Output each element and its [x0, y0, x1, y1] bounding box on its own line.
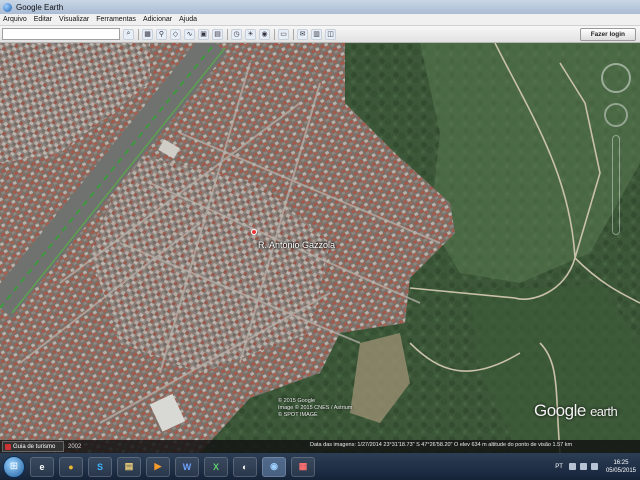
clock-date: 05/05/2015: [605, 467, 636, 474]
menu-ajuda[interactable]: Ajuda: [179, 16, 197, 23]
status-extra: 2002: [68, 443, 82, 450]
network-icon[interactable]: [579, 463, 587, 470]
taskbar-chrome-icon[interactable]: ●: [59, 456, 83, 477]
google-earth-window: Google Earth Arquivo Editar Visualizar F…: [0, 0, 640, 480]
toolbar-separator: [138, 28, 139, 40]
tour-guide-button[interactable]: Guia de turismo: [2, 441, 64, 452]
toolbar: ⌕ ▦ ⚲ ◇ ∿ ▣ ▤ ◷ ☀ ◉ ▭ ✉ ▥ ◫ Fazer login: [0, 26, 640, 43]
email-icon[interactable]: ✉: [297, 28, 308, 40]
location-pin-icon[interactable]: [251, 229, 257, 235]
planet-icon[interactable]: ◉: [259, 28, 270, 40]
record-icon[interactable]: ▤: [212, 28, 223, 40]
menu-arquivo[interactable]: Arquivo: [3, 16, 27, 23]
search-input[interactable]: [2, 28, 120, 40]
copyright-line: Image © 2015 CNES / Astrium: [278, 405, 353, 411]
sun-icon[interactable]: ☀: [245, 28, 256, 40]
taskbar-app-icon[interactable]: ▦: [291, 456, 315, 477]
menu-adicionar[interactable]: Adicionar: [143, 16, 172, 23]
ruler-icon[interactable]: ▭: [278, 28, 289, 40]
imagery-info: Data das imagens: 1/27/2014 23°31'18.73"…: [310, 442, 573, 448]
maps-icon[interactable]: ◫: [325, 28, 336, 40]
search-icon[interactable]: ⌕: [123, 28, 134, 40]
menu-bar: Arquivo Editar Visualizar Ferramentas Ad…: [0, 14, 640, 26]
copyright-line: © 2015 Google: [278, 398, 316, 404]
overlay-icon[interactable]: ▣: [198, 28, 209, 40]
clock-time: 16:25: [613, 459, 629, 466]
navigation-controls[interactable]: [600, 63, 632, 238]
title-bar: Google Earth: [0, 0, 640, 14]
print-icon[interactable]: ▥: [311, 28, 322, 40]
windows-taskbar: ⊞ e ● S ▤ ▶ W X ◐ ◉ ▦ PT 16:25 05/05/201…: [0, 453, 640, 480]
map-view[interactable]: R. Antônio Gazzola © 2015 Google Image ©…: [0, 43, 640, 453]
taskbar-google-earth-icon[interactable]: ◉: [262, 456, 286, 477]
google-earth-icon: [3, 2, 12, 12]
flag-icon[interactable]: [568, 463, 576, 470]
logo-google: Google: [534, 401, 586, 420]
volume-icon[interactable]: [590, 463, 598, 470]
logo-earth: earth: [590, 404, 618, 419]
taskbar-explorer-icon[interactable]: ▤: [117, 456, 141, 477]
language-indicator[interactable]: PT: [555, 464, 563, 470]
compass-ring-icon[interactable]: [601, 63, 631, 93]
road-label: R. Antônio Gazzola: [258, 240, 336, 250]
menu-editar[interactable]: Editar: [34, 16, 52, 23]
zoom-slider[interactable]: [612, 135, 620, 235]
window-title: Google Earth: [16, 2, 64, 12]
clock[interactable]: 16:25 05/05/2015: [606, 459, 636, 475]
google-earth-logo: Google earth: [534, 401, 618, 421]
polygon-icon[interactable]: ◇: [170, 28, 181, 40]
toolbar-separator: [293, 28, 294, 40]
status-bar: Guia de turismo 2002 Data das imagens: 1…: [0, 440, 640, 453]
taskbar-media-icon[interactable]: ▶: [146, 456, 170, 477]
place-icon[interactable]: ▦: [142, 28, 153, 40]
login-button[interactable]: Fazer login: [579, 28, 636, 41]
taskbar-app-icon[interactable]: ◐: [233, 456, 257, 477]
history-icon[interactable]: ◷: [231, 28, 242, 40]
system-tray: PT 16:25 05/05/2015: [555, 453, 640, 480]
pin-icon[interactable]: ⚲: [156, 28, 167, 40]
menu-ferramentas[interactable]: Ferramentas: [96, 16, 136, 23]
pan-ring-icon[interactable]: [604, 103, 628, 127]
menu-visualizar[interactable]: Visualizar: [59, 16, 89, 23]
copyright-line: © SPOT IMAGE: [278, 412, 318, 418]
toolbar-separator: [227, 28, 228, 40]
path-icon[interactable]: ∿: [184, 28, 195, 40]
taskbar-word-icon[interactable]: W: [175, 456, 199, 477]
taskbar-ie-icon[interactable]: e: [30, 456, 54, 477]
taskbar-skype-icon[interactable]: S: [88, 456, 112, 477]
toolbar-separator: [274, 28, 275, 40]
start-button[interactable]: ⊞: [3, 455, 25, 478]
taskbar-excel-icon[interactable]: X: [204, 456, 228, 477]
imagery-copyright: © 2015 Google Image © 2015 CNES / Astriu…: [278, 398, 352, 419]
